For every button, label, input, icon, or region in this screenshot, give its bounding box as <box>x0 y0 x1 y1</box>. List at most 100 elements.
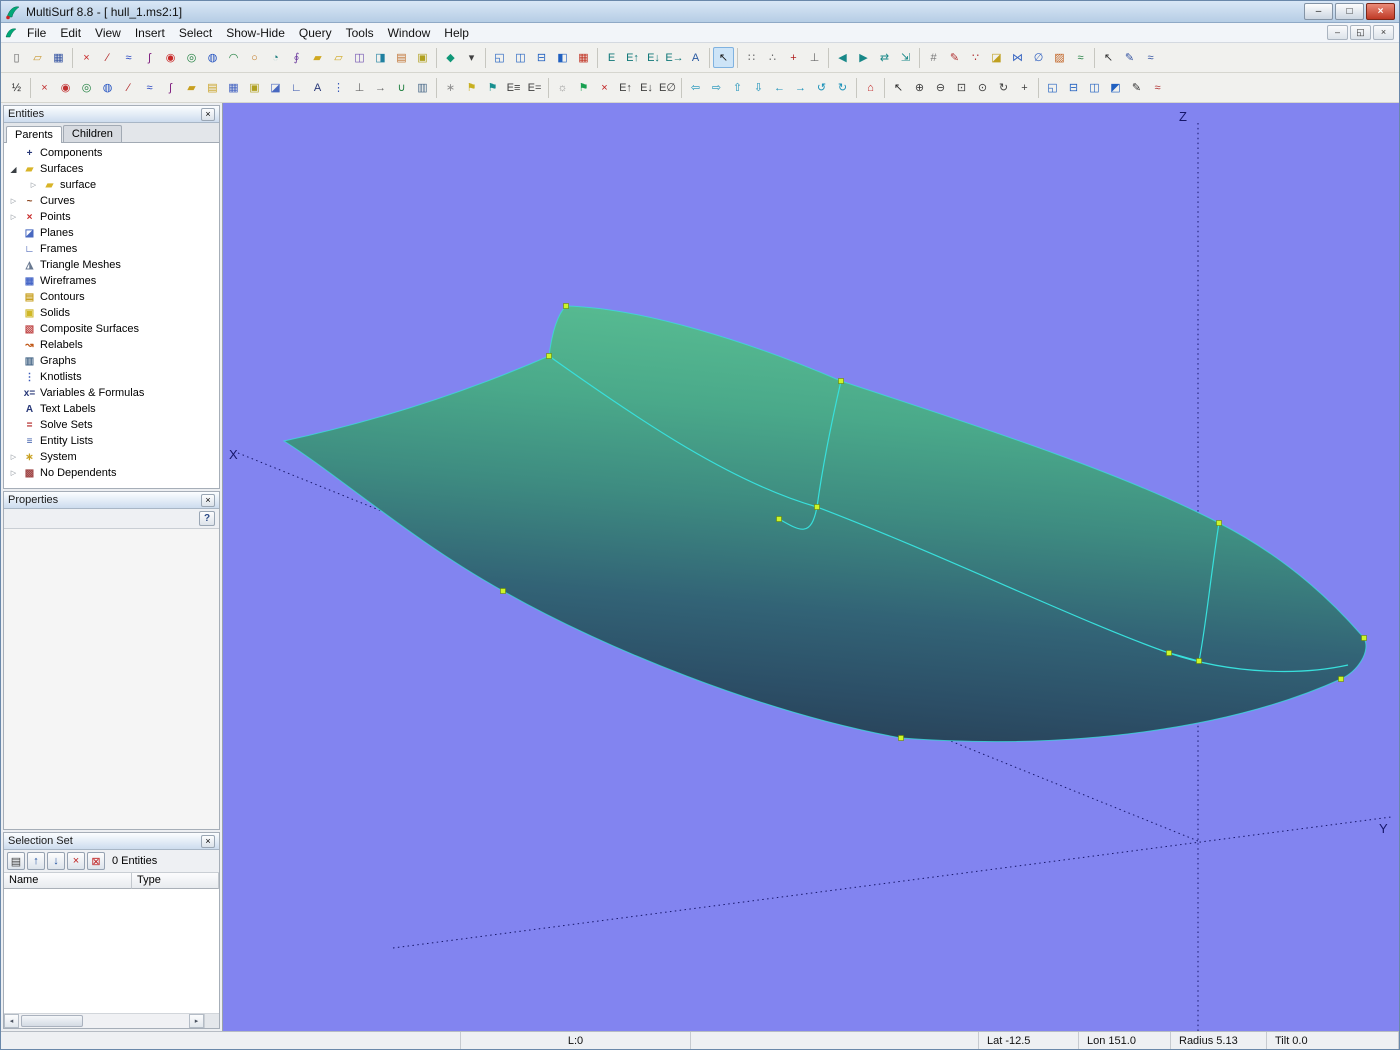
tree-expander-closed-icon[interactable]: ▷ <box>28 181 39 189</box>
save-file-icon[interactable]: ▦ <box>48 47 69 68</box>
insert-arc-icon[interactable]: ◠ <box>223 47 244 68</box>
control-point[interactable] <box>1339 677 1344 682</box>
control-point[interactable] <box>1362 636 1367 641</box>
menu-select[interactable]: Select <box>172 24 219 42</box>
mdi-close-button[interactable]: × <box>1373 25 1394 40</box>
toggle-rings-icon[interactable]: ◎ <box>76 77 97 98</box>
viewport[interactable]: X Y Z <box>223 103 1399 1031</box>
new-file-icon[interactable]: ▯ <box>6 47 27 68</box>
remove-selected-icon[interactable]: × <box>67 852 85 870</box>
menu-view[interactable]: View <box>88 24 128 42</box>
edit-points-icon[interactable]: ∵ <box>965 47 986 68</box>
close-button[interactable]: × <box>1366 3 1395 20</box>
context-help-button[interactable]: ? <box>199 511 215 526</box>
rotate-down-icon[interactable]: ⇩ <box>748 77 769 98</box>
zoom-window-icon[interactable]: ⊡ <box>951 77 972 98</box>
trim-surface-icon[interactable]: ◪ <box>986 47 1007 68</box>
menu-tools[interactable]: Tools <box>339 24 381 42</box>
toggle-solids-icon[interactable]: ▣ <box>244 77 265 98</box>
previous-view-icon[interactable]: ◀ <box>832 47 853 68</box>
insert-revolution-surface-icon[interactable]: ◫ <box>349 47 370 68</box>
shade-surface-icon[interactable]: ▨ <box>1049 47 1070 68</box>
tree-expander-closed-icon[interactable]: ▷ <box>8 197 19 205</box>
toggle-magnets-icon[interactable]: ◍ <box>97 77 118 98</box>
flag-visible-icon[interactable]: ⚑ <box>461 77 482 98</box>
control-point[interactable] <box>1167 651 1172 656</box>
menu-file[interactable]: File <box>20 24 53 42</box>
insert-ruled-surface-icon[interactable]: ▱ <box>328 47 349 68</box>
toggle-tangents-icon[interactable]: → <box>370 77 391 98</box>
show-orphans-icon[interactable]: E∅ <box>657 77 678 98</box>
new-window-icon[interactable]: ◱ <box>1042 77 1063 98</box>
scroll-right-icon[interactable]: ▸ <box>189 1014 204 1028</box>
edit-definition-icon[interactable]: E <box>601 47 622 68</box>
refresh-view-icon[interactable]: ↻ <box>993 77 1014 98</box>
tree-item-relabels[interactable]: ↝Relabels <box>4 337 219 353</box>
view-split-vertical-icon[interactable]: ◫ <box>510 47 531 68</box>
insert-surface-icon[interactable]: ▰ <box>307 47 328 68</box>
maximize-button[interactable]: □ <box>1335 3 1364 20</box>
tree-item-wireframes[interactable]: ▦Wireframes <box>4 273 219 289</box>
scrollbar-thumb[interactable] <box>21 1015 83 1027</box>
view-single-icon[interactable]: ◱ <box>489 47 510 68</box>
view-split-horizontal-icon[interactable]: ⊟ <box>531 47 552 68</box>
minimize-button[interactable]: – <box>1304 3 1333 20</box>
tree-item-variables-formulas[interactable]: x=Variables & Formulas <box>4 385 219 401</box>
control-point[interactable] <box>1217 521 1222 526</box>
zoom-out-icon[interactable]: ⊖ <box>930 77 951 98</box>
render-toggle-icon[interactable]: ∗ <box>440 77 461 98</box>
insert-line-icon[interactable]: ∕ <box>97 47 118 68</box>
show-grid-icon[interactable]: # <box>923 47 944 68</box>
measure-distance-icon[interactable]: ∅ <box>1028 47 1049 68</box>
hide-selected-icon[interactable]: × <box>594 77 615 98</box>
tree-item-text-labels[interactable]: AText Labels <box>4 401 219 417</box>
pen-tool-icon[interactable]: ✎ <box>1119 47 1140 68</box>
toggle-offsets-icon[interactable]: ▥ <box>412 77 433 98</box>
tree-item-planes[interactable]: ◪Planes <box>4 225 219 241</box>
flag-hidden-icon[interactable]: ⚑ <box>482 77 503 98</box>
grid-snap-icon[interactable]: ∷ <box>741 47 762 68</box>
menu-insert[interactable]: Insert <box>128 24 172 42</box>
show-children-icon[interactable]: E↓ <box>636 77 657 98</box>
open-file-icon[interactable]: ▱ <box>27 47 48 68</box>
annotate-view-icon[interactable]: ✎ <box>1126 77 1147 98</box>
insert-options-dropdown-icon[interactable]: ▾ <box>461 47 482 68</box>
3d-view-canvas[interactable]: X Y Z <box>223 103 1399 1031</box>
perpendicular-snap-icon[interactable]: ⊥ <box>804 47 825 68</box>
selection-panel-titlebar[interactable]: Selection Set × <box>4 833 219 850</box>
close-icon[interactable]: × <box>201 835 215 848</box>
insert-bead-icon[interactable]: ◉ <box>160 47 181 68</box>
close-icon[interactable]: × <box>201 494 215 507</box>
select-parents-icon[interactable]: E↑ <box>622 47 643 68</box>
next-view-icon[interactable]: ▶ <box>853 47 874 68</box>
insert-ring-icon[interactable]: ◎ <box>181 47 202 68</box>
insert-conic-icon[interactable]: ◔ <box>265 47 286 68</box>
fit-view-icon[interactable]: ⇲ <box>895 47 916 68</box>
show-parents-icon[interactable]: E↑ <box>615 77 636 98</box>
swap-views-icon[interactable]: ⇄ <box>874 47 895 68</box>
column-header-name[interactable]: Name <box>4 873 132 889</box>
selection-list-icon[interactable]: ▤ <box>7 852 25 870</box>
close-icon[interactable]: × <box>201 108 215 121</box>
cascade-windows-icon[interactable]: ◩ <box>1105 77 1126 98</box>
menu-window[interactable]: Window <box>381 24 438 42</box>
rename-entity-icon[interactable]: A <box>685 47 706 68</box>
insert-snake-icon[interactable]: ʃ <box>139 47 160 68</box>
toggle-wireframes-icon[interactable]: ▦ <box>223 77 244 98</box>
toggle-labels-icon[interactable]: A <box>307 77 328 98</box>
insert-point-icon[interactable]: × <box>76 47 97 68</box>
tree-item-components[interactable]: +Components <box>4 145 219 161</box>
horizontal-scrollbar[interactable]: ◂ ▸ <box>4 1013 219 1028</box>
menu-query[interactable]: Query <box>292 24 339 42</box>
toggle-frames-icon[interactable]: ∟ <box>286 77 307 98</box>
tree-item-solids[interactable]: ▣Solids <box>4 305 219 321</box>
highlight-icon[interactable]: ☼ <box>552 77 573 98</box>
move-up-icon[interactable]: ↑ <box>27 852 45 870</box>
mdi-minimize-button[interactable]: – <box>1327 25 1348 40</box>
tree-item-no-dependents[interactable]: ▷▩No Dependents <box>4 465 219 481</box>
toggle-planes-icon[interactable]: ◪ <box>265 77 286 98</box>
tree-expander-closed-icon[interactable]: ▷ <box>8 469 19 477</box>
toggle-beads-icon[interactable]: ◉ <box>55 77 76 98</box>
tree-item-triangle-meshes[interactable]: ◮Triangle Meshes <box>4 257 219 273</box>
tree-item-frames[interactable]: ∟Frames <box>4 241 219 257</box>
